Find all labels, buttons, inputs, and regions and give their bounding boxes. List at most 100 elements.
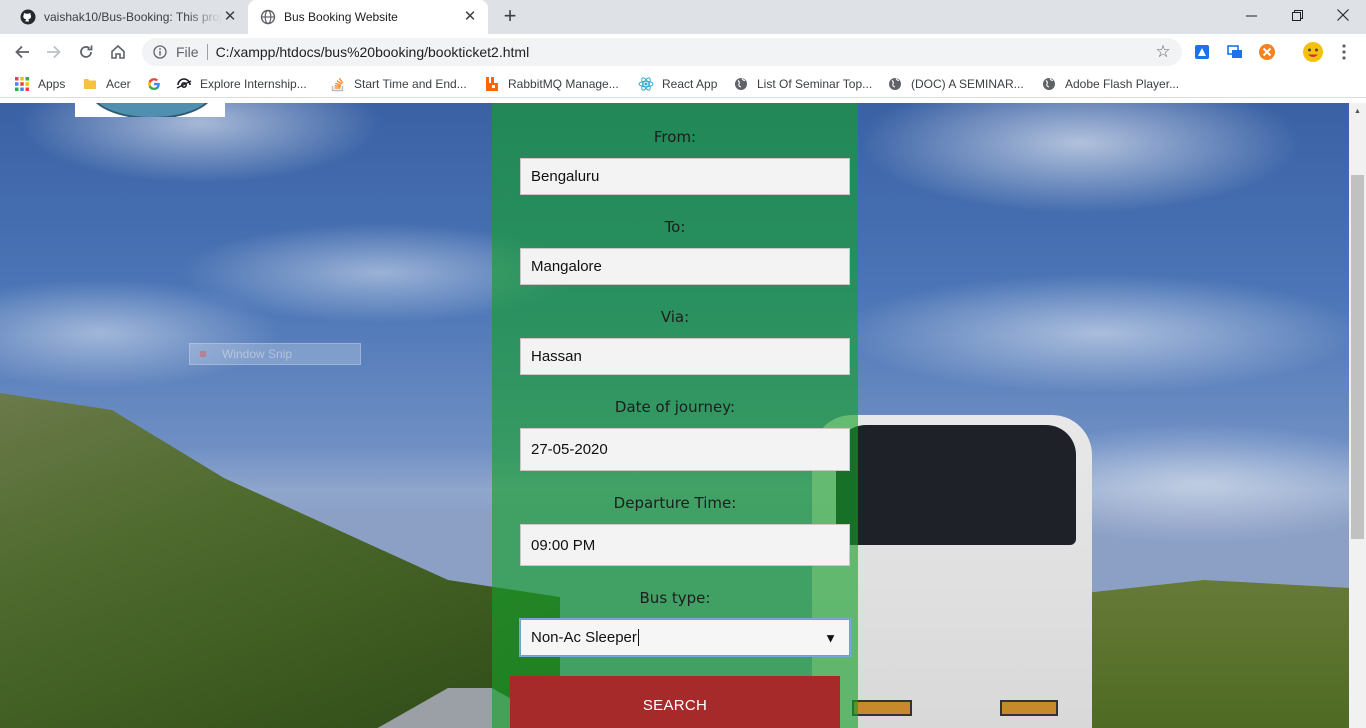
- back-button[interactable]: [10, 40, 34, 64]
- react-icon: [638, 76, 654, 92]
- info-icon[interactable]: [152, 44, 168, 60]
- page-scrollbar[interactable]: ▲: [1349, 103, 1366, 728]
- minimize-icon: [1245, 15, 1257, 16]
- bookmark-label: Apps: [38, 77, 66, 91]
- tab-strip: vaishak10/Bus-Booking: This project is a…: [0, 0, 1366, 34]
- stackoverflow-icon: [330, 76, 346, 92]
- bookmark-label: RabbitMQ Manage...: [508, 77, 619, 91]
- scheme-label: File: [176, 44, 199, 60]
- tab-github[interactable]: vaishak10/Bus-Booking: This project is a…: [8, 0, 248, 34]
- bookmark-adobe-flash[interactable]: Adobe Flash Player...: [1041, 74, 1179, 94]
- browser-menu-button[interactable]: [1332, 40, 1356, 64]
- profile-avatar-icon[interactable]: [1301, 40, 1325, 64]
- bookmark-label: (DOC) A SEMINAR...: [911, 77, 1024, 91]
- departure-time-input[interactable]: 09:00 PM: [520, 524, 850, 566]
- bookmark-label: List Of Seminar Top...: [757, 77, 873, 91]
- globe-icon: [887, 76, 903, 92]
- page-content: Window Snip From: Bengaluru To: Mangalor…: [0, 103, 1349, 728]
- bookmark-apps[interactable]: Apps: [14, 74, 65, 94]
- via-input[interactable]: Hassan: [520, 338, 850, 375]
- minimize-button[interactable]: [1228, 0, 1274, 30]
- globe-icon: [1041, 76, 1057, 92]
- window-snip-label: Window Snip: [222, 347, 293, 361]
- booking-form: From: Bengaluru To: Mangalore Via: Hassa…: [492, 103, 858, 728]
- google-icon: [146, 76, 162, 92]
- scroll-thumb[interactable]: [1351, 175, 1364, 539]
- extension-azure-icon[interactable]: [1192, 42, 1212, 62]
- to-value: Mangalore: [531, 258, 602, 275]
- bookmark-label: Explore Internship...: [200, 77, 307, 91]
- date-label: Date of journey:: [614, 398, 736, 416]
- bookmark-star-icon[interactable]: ☆: [1154, 43, 1172, 61]
- dropdown-arrow-icon[interactable]: ▼: [824, 630, 837, 645]
- via-label: Via:: [660, 308, 690, 326]
- search-button[interactable]: SEARCH: [510, 676, 840, 728]
- extension-orange-icon[interactable]: [1257, 42, 1277, 62]
- to-input[interactable]: Mangalore: [520, 248, 850, 285]
- bookmark-label: Adobe Flash Player...: [1065, 77, 1180, 91]
- more-vert-icon: [1342, 44, 1346, 60]
- github-icon: [20, 9, 36, 25]
- forward-button[interactable]: [42, 40, 66, 64]
- close-tab-icon[interactable]: ✕: [222, 9, 238, 25]
- bookmark-stackoverflow[interactable]: Start Time and End...: [330, 74, 467, 94]
- window-snip-overlay: Window Snip: [189, 343, 361, 365]
- bookmark-rabbitmq[interactable]: RabbitMQ Manage...: [484, 74, 619, 94]
- rabbitmq-icon: [484, 76, 500, 92]
- extension-cast-icon[interactable]: [1225, 42, 1245, 62]
- snip-icon: [200, 351, 206, 357]
- tab-title: vaishak10/Bus-Booking: This project is a…: [44, 10, 222, 24]
- reload-button[interactable]: [74, 40, 98, 64]
- bus-type-label: Bus type:: [639, 589, 711, 607]
- bookmark-label: Acer: [106, 77, 131, 91]
- bookmark-seminar-topics[interactable]: List Of Seminar Top...: [733, 74, 872, 94]
- scroll-up-arrow-icon[interactable]: ▲: [1349, 103, 1366, 120]
- omnibox-divider: [206, 44, 208, 60]
- bookmark-react-app[interactable]: React App: [638, 74, 717, 94]
- bookmarks-bar: Apps Acer Explore Internship... Start Ti…: [0, 70, 1366, 98]
- url-text[interactable]: C:/xampp/htdocs/bus%20booking/bookticket…: [216, 44, 530, 60]
- background-hill: [0, 393, 560, 728]
- via-value: Hassan: [531, 348, 582, 365]
- address-bar[interactable]: File C:/xampp/htdocs/bus%20booking/bookt…: [142, 38, 1182, 66]
- from-input[interactable]: Bengaluru: [520, 158, 850, 195]
- forward-arrow-icon: [47, 45, 61, 59]
- bookmark-label: React App: [662, 77, 718, 91]
- bookmark-label: Start Time and End...: [354, 77, 467, 91]
- globe-icon: [260, 9, 276, 25]
- tab-title: Bus Booking Website: [284, 10, 398, 24]
- date-input[interactable]: 27-05-2020: [520, 428, 850, 471]
- text-caret: [637, 629, 639, 646]
- globe-icon: [733, 76, 749, 92]
- to-label: To:: [664, 218, 686, 236]
- internshala-icon: [176, 76, 192, 92]
- restore-icon: [1291, 9, 1303, 21]
- folder-icon: [82, 76, 98, 92]
- reload-icon: [80, 45, 93, 58]
- site-logo[interactable]: [75, 103, 225, 117]
- background-bus-window: [836, 425, 1076, 545]
- time-value: 09:00 PM: [531, 536, 596, 554]
- close-icon: [1337, 9, 1349, 21]
- date-value: 27-05-2020: [531, 441, 608, 458]
- tab-bus-booking[interactable]: Bus Booking Website ✕: [248, 0, 488, 34]
- new-tab-button[interactable]: +: [498, 5, 522, 29]
- bus-type-select[interactable]: Non-Ac Sleeper ▼: [520, 619, 850, 656]
- back-arrow-icon: [15, 45, 29, 59]
- bus-tail-light: [1000, 700, 1058, 716]
- bookmark-doc-seminar[interactable]: (DOC) A SEMINAR...: [887, 74, 1024, 94]
- close-window-button[interactable]: [1320, 0, 1366, 30]
- browser-toolbar: File C:/xampp/htdocs/bus%20booking/bookt…: [0, 34, 1366, 70]
- home-icon: [111, 44, 125, 59]
- bookmark-google[interactable]: [146, 74, 170, 94]
- apps-grid-icon: [14, 76, 30, 92]
- close-tab-icon[interactable]: ✕: [462, 9, 478, 25]
- bus-tail-light: [852, 700, 912, 716]
- from-value: Bengaluru: [531, 168, 600, 185]
- bookmark-acer[interactable]: Acer: [82, 74, 131, 94]
- departure-time-label: Departure Time:: [613, 494, 737, 512]
- bus-type-value: Non-Ac Sleeper: [531, 629, 637, 646]
- bookmark-internship[interactable]: Explore Internship...: [176, 74, 307, 94]
- home-button[interactable]: [106, 40, 130, 64]
- restore-button[interactable]: [1274, 0, 1320, 30]
